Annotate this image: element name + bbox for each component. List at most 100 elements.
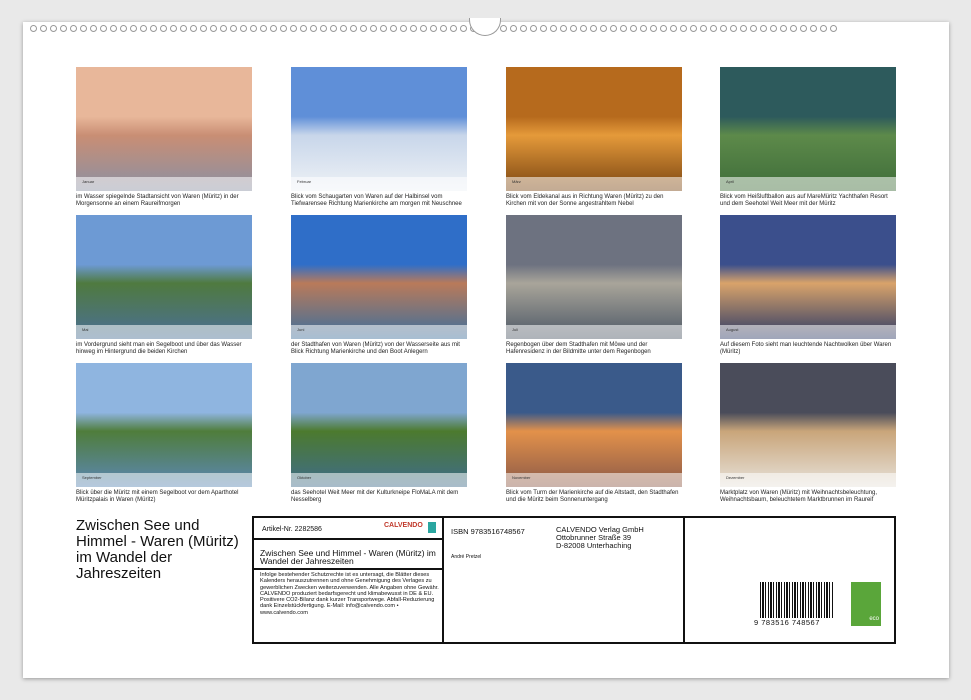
- spiral-hole: [260, 25, 267, 32]
- month-photo: März: [506, 67, 682, 191]
- month-label: Januar: [82, 179, 94, 184]
- barcode-number: 9 783516 748567: [754, 618, 820, 627]
- spiral-hole: [220, 25, 227, 32]
- spiral-hole: [820, 25, 827, 32]
- spiral-hole: [100, 25, 107, 32]
- month-thumbnail: DezemberMarktplatz von Waren (Müritz) mi…: [720, 363, 896, 504]
- month-photo: August: [720, 215, 896, 339]
- month-caption: Auf diesem Foto sieht man leuchtende Nac…: [720, 342, 896, 356]
- month-label: Oktober: [297, 475, 311, 480]
- month-thumbnail: September Blick über die Müritz mit einem…: [76, 363, 252, 504]
- spiral-hole: [360, 25, 367, 32]
- month-caption: Blick über die Müritz mit einem Segelboo…: [76, 490, 252, 504]
- month-caption: Regenbogen über dem Stadthafen mit Möwe …: [506, 342, 682, 356]
- calendar-strip: [76, 473, 252, 487]
- spiral-hole: [520, 25, 527, 32]
- barcode: [760, 582, 834, 618]
- info-title: Zwischen See und Himmel - Waren (Müritz)…: [260, 549, 440, 565]
- calendar-strip: [76, 325, 252, 339]
- month-thumbnail: AprilBlick vom Heißluftballon aus auf Ma…: [720, 67, 896, 208]
- month-photo: Januar: [76, 67, 252, 191]
- month-label: November: [512, 475, 530, 480]
- calendar-strip: [506, 473, 682, 487]
- spiral-hole: [550, 25, 557, 32]
- spiral-hole: [620, 25, 627, 32]
- calendar-strip: [291, 473, 467, 487]
- article-number: Artikel-Nr. 2282586: [262, 526, 322, 533]
- spiral-hole: [230, 25, 237, 32]
- month-label: Februar: [297, 179, 311, 184]
- spiral-hole: [390, 25, 397, 32]
- spiral-hole: [130, 25, 137, 32]
- legal-text: Infolge bestehender Schutzrechte ist es …: [260, 572, 442, 616]
- spiral-hole: [70, 25, 77, 32]
- month-caption: im Vordergrund sieht man ein Segelboot u…: [76, 342, 252, 356]
- spiral-hole: [810, 25, 817, 32]
- spiral-hole: [680, 25, 687, 32]
- spiral-hole: [400, 25, 407, 32]
- spiral-hole: [160, 25, 167, 32]
- calendar-strip: [720, 177, 896, 191]
- calendar-strip: [291, 177, 467, 191]
- spiral-hole: [340, 25, 347, 32]
- spiral-hole: [720, 25, 727, 32]
- spiral-hole: [530, 25, 537, 32]
- spiral-hole: [710, 25, 717, 32]
- spiral-hole: [630, 25, 637, 32]
- spiral-hole: [240, 25, 247, 32]
- spiral-hole: [780, 25, 787, 32]
- spiral-hole: [300, 25, 307, 32]
- month-label: Dezember: [726, 475, 744, 480]
- spiral-hole: [40, 25, 47, 32]
- month-thumbnail: NovemberBlick vom Turm der Marienkirche …: [506, 363, 682, 504]
- calvendo-logo-icon: [428, 522, 436, 533]
- month-caption: im Wasser spiegelnde Stadtansicht von Wa…: [76, 194, 252, 208]
- spiral-hole: [790, 25, 797, 32]
- month-photo: Februar: [291, 67, 467, 191]
- spiral-hole: [450, 25, 457, 32]
- author: André Pretzel: [451, 554, 481, 560]
- month-photo: November: [506, 363, 682, 487]
- spiral-hole: [60, 25, 67, 32]
- spiral-hole: [690, 25, 697, 32]
- month-thumbnail: März Blick vom Eldekanal aus in Richtung …: [506, 67, 682, 208]
- month-thumbnail: Januar im Wasser spiegelnde Stadtansicht …: [76, 67, 252, 208]
- spiral-hole: [80, 25, 87, 32]
- spiral-hole: [120, 25, 127, 32]
- spiral-hole: [140, 25, 147, 32]
- month-label: April: [726, 179, 734, 184]
- calendar-strip: [291, 325, 467, 339]
- calendar-strip: [720, 325, 896, 339]
- calendar-strip: [506, 177, 682, 191]
- spiral-hole: [700, 25, 707, 32]
- spiral-hole: [600, 25, 607, 32]
- month-label: März: [512, 179, 521, 184]
- spiral-hole: [290, 25, 297, 32]
- month-caption: Blick vom Schaugarten von Waren auf der …: [291, 194, 467, 208]
- spiral-hole: [760, 25, 767, 32]
- month-photo: Juli: [506, 215, 682, 339]
- spiral-hole: [650, 25, 657, 32]
- month-caption: Blick vom Eldekanal aus in Richtung Ware…: [506, 194, 682, 208]
- spiral-hole: [110, 25, 117, 32]
- month-photo: Juni: [291, 215, 467, 339]
- month-label: August: [726, 327, 738, 332]
- spiral-hole: [800, 25, 807, 32]
- spiral-hole: [640, 25, 647, 32]
- publisher-address: CALVENDO Verlag GmbH Ottobrunner Straße …: [556, 526, 644, 550]
- spiral-hole: [320, 25, 327, 32]
- spiral-hole: [190, 25, 197, 32]
- spiral-hole: [150, 25, 157, 32]
- isbn: ISBN 9783516748567: [451, 527, 525, 536]
- spiral-hole: [570, 25, 577, 32]
- month-thumbnail: Junider Stadthafen von Waren (Müritz) vo…: [291, 215, 467, 356]
- spiral-hole: [660, 25, 667, 32]
- spiral-hole: [310, 25, 317, 32]
- month-thumbnail: Februar Blick vom Schaugarten von Waren a…: [291, 67, 467, 208]
- calendar-strip: [76, 177, 252, 191]
- month-photo: September: [76, 363, 252, 487]
- month-label: September: [82, 475, 102, 480]
- month-photo: April: [720, 67, 896, 191]
- spiral-hole: [750, 25, 757, 32]
- spiral-hole: [250, 25, 257, 32]
